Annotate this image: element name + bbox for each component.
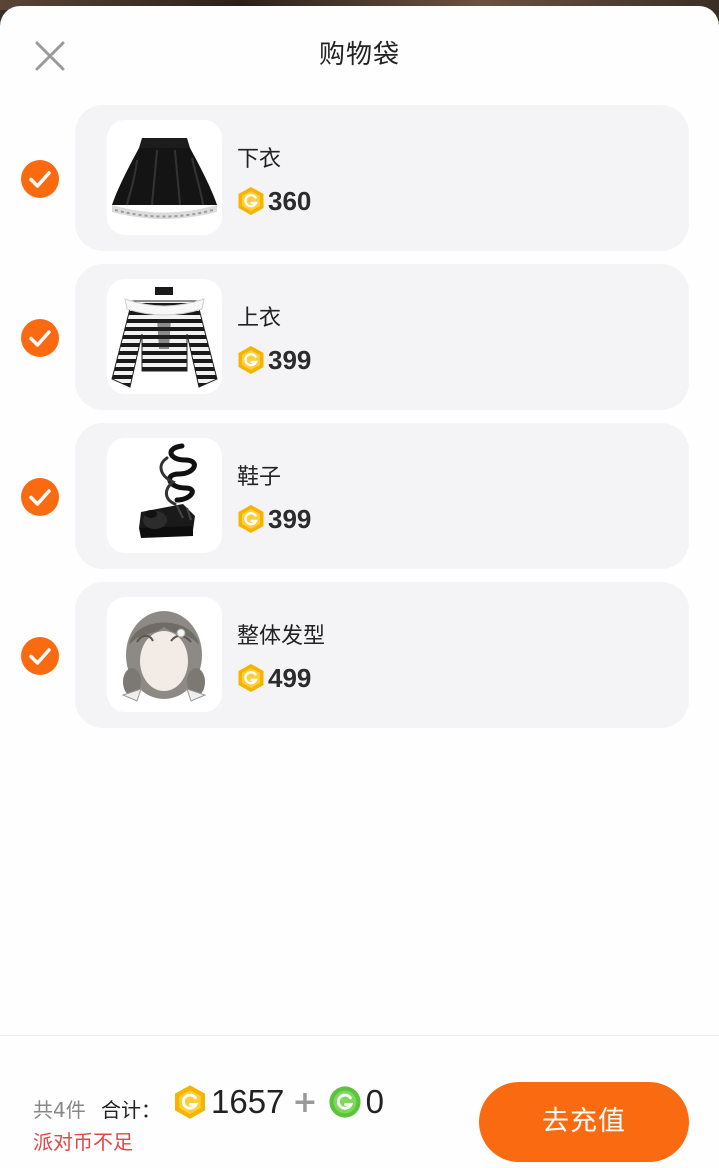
item-price: 399 [237, 503, 311, 535]
total-amount: 1657 + 0 [173, 1082, 384, 1122]
page-title: 购物袋 [318, 40, 400, 70]
shoes-image [139, 443, 197, 538]
recharge-button[interactable]: 去充值 [479, 1082, 689, 1162]
price-value: 360 [268, 185, 312, 216]
price-value: 399 [268, 344, 312, 375]
checkout-bar: 共4件 合计： 1657 + 0 派对币不足 去充值 [0, 1035, 719, 1168]
striped-top-image [111, 287, 218, 388]
item-card[interactable]: 上衣 399 [75, 264, 689, 410]
insufficient-warning: 派对币不足 [33, 1130, 133, 1154]
gold-coin-icon [238, 664, 264, 692]
total-label: 合计： [101, 1098, 161, 1122]
item-checkbox[interactable] [21, 478, 59, 516]
cart-item-top: 上衣 399 [0, 264, 719, 410]
item-thumbnail [107, 597, 222, 712]
item-name: 下衣 [237, 147, 282, 172]
item-thumbnail [107, 279, 222, 394]
item-thumbnail [107, 120, 222, 235]
item-checkbox[interactable] [21, 319, 59, 357]
check-icon [29, 648, 51, 665]
item-price: 399 [237, 344, 311, 376]
item-name: 整体发型 [237, 624, 326, 649]
gold-coin-icon [238, 346, 264, 374]
item-name: 上衣 [237, 306, 282, 331]
green-total: 0 [365, 1083, 384, 1120]
item-price: 499 [237, 662, 311, 694]
green-coin-icon [328, 1086, 361, 1118]
item-checkbox[interactable] [21, 160, 59, 198]
item-card[interactable]: 下衣 360 [75, 105, 689, 251]
item-price: 360 [237, 185, 311, 217]
item-card[interactable]: 整体发型 499 [75, 582, 689, 728]
check-icon [29, 171, 51, 188]
gold-total: 1657 [211, 1083, 285, 1120]
price-value: 399 [268, 503, 312, 534]
item-count: 共4件 [33, 1098, 86, 1122]
cart-item-bottoms: 下衣 360 [0, 105, 719, 251]
item-thumbnail [107, 438, 222, 553]
plus-sign: + [292, 1084, 318, 1120]
skirt-image [112, 138, 217, 219]
hairstyle-image [121, 611, 207, 702]
item-name: 鞋子 [237, 465, 282, 490]
gold-coin-icon [238, 187, 264, 215]
gold-coin-icon [175, 1085, 205, 1119]
item-checkbox[interactable] [21, 637, 59, 675]
item-card[interactable]: 鞋子 399 [75, 423, 689, 569]
check-icon [29, 489, 51, 506]
check-icon [29, 330, 51, 347]
gold-coin-icon [238, 505, 264, 533]
shopping-bag-sheet: 购物袋 下衣 360 上衣 399 鞋子 399 整体发型 499 共4件 合计… [0, 6, 719, 1168]
cart-item-hairstyle: 整体发型 499 [0, 582, 719, 728]
price-value: 499 [268, 662, 312, 693]
cart-item-shoes: 鞋子 399 [0, 423, 719, 569]
